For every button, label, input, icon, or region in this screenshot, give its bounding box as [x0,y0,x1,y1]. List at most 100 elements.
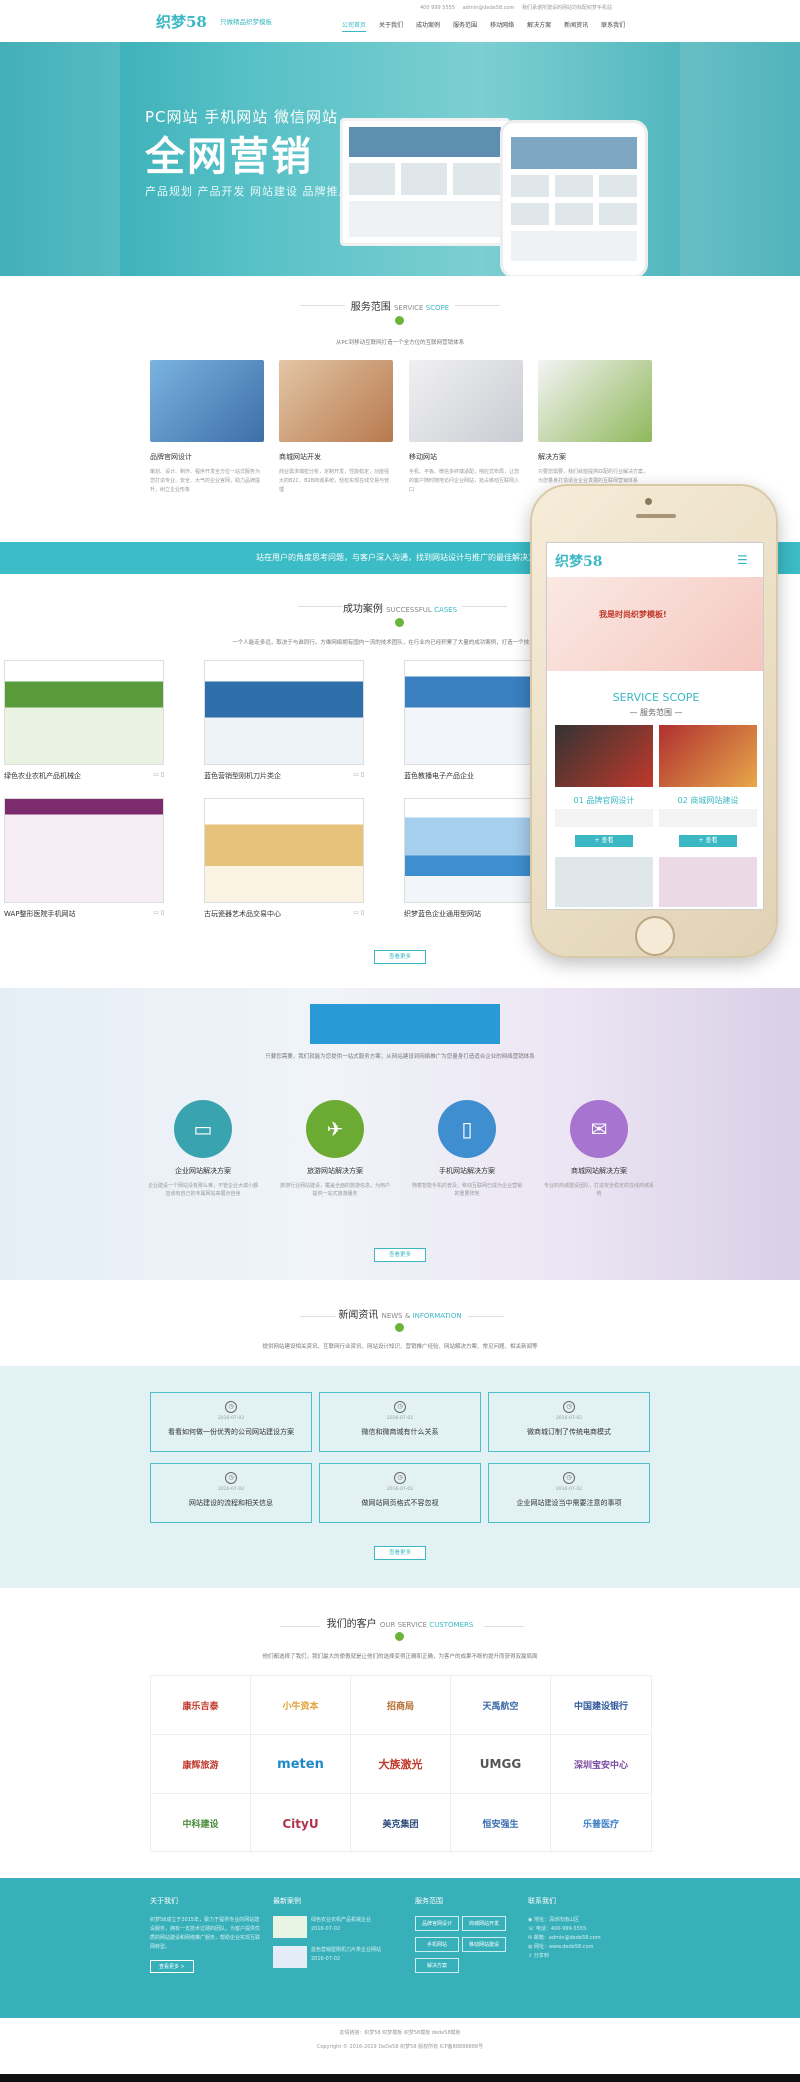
services-title-cn: 服务范围 [350,302,391,313]
footer-case-date: 2016-07-02 [311,1926,341,1932]
service-card[interactable]: 解决方案 只要您需要，我们就能提供匹配的行业解决方案，为您量身打造适合企业发展的… [538,360,652,486]
client-logo[interactable]: meten [251,1735,351,1794]
case-thumbnail [204,660,364,765]
plane-icon: ✈ [306,1100,364,1158]
client-logo[interactable]: UMGG [451,1735,551,1794]
section-title-clients: 我们的客户 OUR SERVICE CUSTOMERS [0,1615,800,1630]
cases-more-button[interactable]: 查看更多 [374,950,426,964]
client-logo[interactable]: 中国建设银行 [551,1676,651,1735]
main-nav: 公司首页 关于我们 成功案例 服务范围 移动网络 解决方案 新闻资讯 联系我们 [342,20,638,32]
news-card[interactable]: ◷ 2016-07-02 网站建设的流程和相关信息 [150,1463,312,1523]
news-more-button[interactable]: 查看更多 [374,1546,426,1560]
footer-about-button[interactable]: 查看更多 > [150,1960,194,1973]
friend-links[interactable]: 友情链接：织梦58 织梦模板 织梦58模板 dede58模板 [0,2026,800,2040]
phone-item-2: 02 商城网站建设 [677,796,739,805]
news-title-cn: 新闻资讯 [338,1310,379,1321]
service-image [150,360,264,442]
cases-title-en-b: CASES [434,606,458,614]
client-logo[interactable]: 大族激光 [351,1735,451,1794]
nav-solutions[interactable]: 解决方案 [527,20,551,32]
solutions-more-button[interactable]: 查看更多 [374,1248,426,1262]
footer-scope-link[interactable]: 手机网站 [415,1937,459,1952]
client-logo[interactable]: 美克集团 [351,1794,451,1853]
bag-icon: ✉ [570,1100,628,1158]
services-title-en-a: SERVICE [393,304,424,312]
client-logo[interactable]: 中科建设 [151,1794,251,1853]
cases-title-en-a: SUCCESSFUL [386,606,432,614]
phone-more-button[interactable]: + 查看 [575,835,633,847]
banner-decoration [0,42,120,276]
footer-address-text: 地址：深圳市南山区 [533,1917,579,1923]
footer-case-item[interactable]: 蓝色营销型刚机刀片类企业网站 2016-07-02 [273,1946,398,1968]
footer-scope: 服务范围 品牌官网设计 商城网站开发 手机网站 移动网站建设 解决方案 [415,1896,525,1979]
footer-scope-link[interactable]: 移动网站建设 [462,1937,506,1952]
site-logo[interactable]: 织梦58 [156,11,207,32]
section-dot [395,1323,404,1332]
clock-icon: ◷ [394,1472,406,1484]
solution-card[interactable]: ✉ 商城网站解决方案 专业的商城建设团队，打造安全稳定的在线商城系统 [544,1100,654,1198]
site-footer: 关于我们 织梦58成立于2015年，致力于提供专业的网站建设服务，拥有一支技术过… [0,1878,800,2018]
service-title: 商城网站开发 [279,453,321,461]
nav-home[interactable]: 公司首页 [342,20,367,32]
client-logo[interactable]: 深圳宝安中心 [551,1735,651,1794]
client-logo[interactable]: 康辉旅游 [151,1735,251,1794]
news-card[interactable]: ◷ 2016-07-02 微商城订制了传统电商模式 [488,1392,650,1452]
service-card[interactable]: 商城网站开发 商业需求缜密分析，定制开发，性能稳定，功能强大的B2C、B2B商城… [279,360,393,495]
clock-icon: ◷ [563,1472,575,1484]
client-logo[interactable]: 乐普医疗 [551,1794,651,1853]
service-card[interactable]: 品牌官网设计 策划、设计、制作、程序开发全方位一站式服务为您打造专业、安全、大气… [150,360,264,495]
case-card[interactable]: 蓝色营销型刚机刀片类企 ▭ ▯ [204,660,364,781]
nav-news[interactable]: 新闻资讯 [564,20,588,32]
footer-scope-link[interactable]: 商城网站开发 [462,1916,506,1931]
footer-share[interactable]: ⇪ 分享到 [528,1952,648,1961]
news-date: 2016-07-02 [555,1487,583,1492]
nav-about[interactable]: 关于我们 [379,20,403,32]
case-card[interactable]: WAP整形医院手机网站 ▭ ▯ [4,798,164,919]
phone-item-1: 01 品牌官网设计 [573,796,635,805]
case-card[interactable]: 绿色农业农机产品机械企 ▭ ▯ [4,660,164,781]
footer-scope-link[interactable]: 品牌官网设计 [415,1916,459,1931]
phone-camera [645,498,652,505]
client-logo[interactable]: 康乐吉泰 [151,1676,251,1735]
menu-icon[interactable]: ☰ [737,553,748,567]
news-band: ◷ 2016-07-02 看看如何做一份优秀的公司网站建设方案 ◷ 2016-0… [0,1366,800,1588]
footer-case-item[interactable]: 绿色农业农机产品机械企业 2016-07-02 [273,1916,398,1938]
solution-card[interactable]: ✈ 旅游网站解决方案 旅游行业网站建设，覆盖全面的旅游信息，为用户提供一站式旅游… [280,1100,390,1198]
news-desc: 提供网站建设相关资讯、互联网行业资讯、网站设计知识、营销推广经验、网站解决方案、… [262,1344,538,1350]
banner-tablet-mockup [500,120,648,276]
footer-email: ✉ 邮箱：admin@dede58.com [528,1934,648,1943]
nav-mobile[interactable]: 移动网络 [490,20,514,32]
case-card[interactable]: 古玩瓷器艺术品交易中心 ▭ ▯ [204,798,364,919]
footer-about-text: 织梦58成立于2015年，致力于提供专业的网站建设服务，拥有一支技术过硬的团队，… [150,1917,261,1950]
client-logo[interactable]: 招商局 [351,1676,451,1735]
news-card[interactable]: ◷ 2016-07-02 微信和微商城有什么关系 [319,1392,481,1452]
solution-card[interactable]: ▯ 手机网站解决方案 随着智能手机的普及，移动互联网已成为企业营销的重要阵地 [412,1100,522,1198]
service-image [538,360,652,442]
phone-more-button[interactable]: + 查看 [679,835,737,847]
news-card[interactable]: ◷ 2016-07-02 做网站网页格式不容忽视 [319,1463,481,1523]
footer-contact-title: 联系我们 [528,1897,556,1905]
client-logo[interactable]: 恒安强生 [451,1794,551,1853]
phone-scope-cn: — 服务范围 — [629,708,683,717]
solution-title: 旅游网站解决方案 [307,1167,363,1175]
news-card[interactable]: ◷ 2016-07-02 企业网站建设当中需要注意的事项 [488,1463,650,1523]
service-text: 手机、平板、微信多终端适配，响应式布局，让您的客户随时随地访问企业网站，抢占移动… [409,469,520,493]
client-logo[interactable]: 天禹航空 [451,1676,551,1735]
footer-scope-link[interactable]: 解决方案 [415,1958,459,1973]
client-logo[interactable]: CityU [251,1794,351,1853]
hero-banner[interactable]: PC网站 手机网站 微信网站 全网营销 产品规划 产品开发 网站建设 品牌推广 [0,42,800,276]
nav-contact[interactable]: 联系我们 [601,20,625,32]
news-title: 看看如何做一份优秀的公司网站建设方案 [168,1428,294,1436]
client-logo[interactable]: 小牛资本 [251,1676,351,1735]
case-title: 织梦蓝色企业通用型网站 [404,910,481,918]
nav-cases[interactable]: 成功案例 [416,20,440,32]
banner-subline: 产品规划 产品开发 网站建设 品牌推广 [145,185,351,198]
news-card[interactable]: ◷ 2016-07-02 看看如何做一份优秀的公司网站建设方案 [150,1392,312,1452]
solution-text: 随着智能手机的普及，移动互联网已成为企业营销的重要阵地 [412,1183,523,1197]
footer-phone: ☏ 电话：400-999-5555 [528,1925,648,1934]
clients-title-en-b: CUSTOMERS [429,1621,474,1629]
case-thumbnail [4,660,164,765]
nav-services[interactable]: 服务范围 [453,20,477,32]
solution-card[interactable]: ▭ 企业网站解决方案 企业建设一个网站没有那么难，不管企业大或小都应该有自己的专… [148,1100,258,1198]
service-card[interactable]: 移动网站 手机、平板、微信多终端适配，响应式布局，让您的客户随时随地访问企业网站… [409,360,523,495]
